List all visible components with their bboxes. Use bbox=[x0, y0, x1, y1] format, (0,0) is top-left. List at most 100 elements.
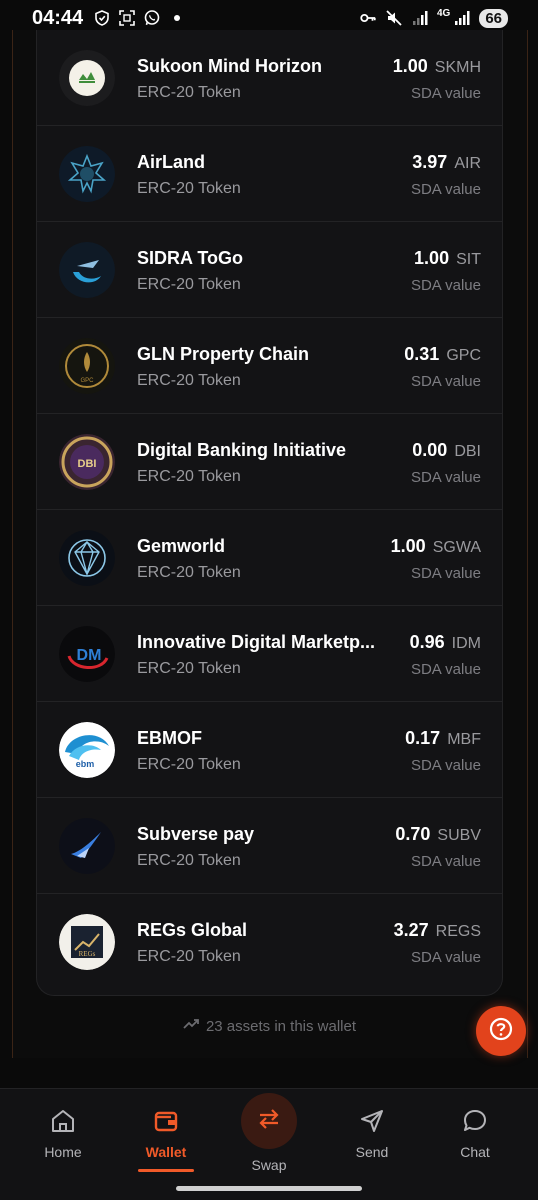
token-symbol: AIR bbox=[454, 155, 481, 172]
battery-level: 66 bbox=[479, 8, 508, 28]
token-name: REGs Global bbox=[137, 920, 248, 940]
gpc-logo-icon: GPC bbox=[59, 338, 115, 394]
token-amount: 1.00 bbox=[414, 248, 450, 268]
token-row-regs[interactable]: REGs REGs Global ERC-20 Token 3.27 REGS … bbox=[37, 894, 502, 990]
token-name: Sukoon Mind Horizon bbox=[137, 56, 322, 76]
key-icon bbox=[359, 9, 377, 27]
token-sda-label: SDA value bbox=[410, 85, 481, 102]
token-value: 0.96 IDM bbox=[410, 632, 481, 653]
token-symbol: MBF bbox=[447, 731, 481, 748]
token-type: ERC-20 Token bbox=[137, 372, 241, 389]
status-time: 04:44 bbox=[32, 6, 84, 29]
whatsapp-icon bbox=[143, 9, 161, 27]
token-sda-label: SDA value bbox=[410, 469, 481, 486]
token-sda-label: SDA value bbox=[410, 661, 481, 678]
token-list: Sukoon Mind Horizon ERC-20 Token 1.00 SK… bbox=[36, 30, 503, 996]
token-symbol: SGWA bbox=[432, 539, 481, 556]
token-symbol: REGS bbox=[435, 923, 481, 940]
token-row-subv[interactable]: Subverse pay ERC-20 Token 0.70 SUBV SDA … bbox=[37, 798, 502, 894]
token-amount: 0.70 bbox=[395, 824, 431, 844]
nav-home[interactable]: Home bbox=[13, 1089, 113, 1179]
dot-icon bbox=[168, 9, 186, 27]
swap-icon bbox=[255, 1105, 283, 1138]
token-row-idm[interactable]: DM Innovative Digital Marketp... ERC-20 … bbox=[37, 606, 502, 702]
token-value: 0.00 DBI bbox=[412, 440, 481, 461]
nav-swap[interactable] bbox=[241, 1093, 297, 1149]
token-amount: 1.00 bbox=[390, 536, 426, 556]
mute-icon bbox=[385, 9, 403, 27]
token-row-mbf[interactable]: ebm EBMOF ERC-20 Token 0.17 MBF SDA valu… bbox=[37, 702, 502, 798]
gpc-logo-text: GPC bbox=[80, 378, 94, 384]
token-name: SIDRA ToGo bbox=[137, 248, 243, 268]
screenshot-icon bbox=[118, 9, 136, 27]
nav-wallet-label: Wallet bbox=[145, 1144, 187, 1160]
home-indicator[interactable] bbox=[176, 1186, 362, 1191]
token-symbol: SIT bbox=[456, 251, 481, 268]
ebmof-logo-icon: ebm bbox=[59, 722, 115, 778]
token-type: ERC-20 Token bbox=[137, 180, 241, 197]
token-value: 1.00 SGWA bbox=[391, 536, 481, 557]
idm-logo-text: DM bbox=[77, 647, 102, 664]
gemworld-logo-icon bbox=[59, 530, 115, 586]
active-tab-indicator bbox=[138, 1169, 194, 1172]
token-symbol: GPC bbox=[446, 347, 481, 364]
nav-home-label: Home bbox=[44, 1144, 82, 1160]
token-row-dbi[interactable]: DBI Digital Banking Initiative ERC-20 To… bbox=[37, 414, 502, 510]
token-name: Subverse pay bbox=[137, 824, 255, 844]
token-value: 1.00 SKMH bbox=[393, 56, 481, 77]
nav-swap-label: Swap bbox=[251, 1157, 287, 1173]
token-sda-label: SDA value bbox=[410, 277, 481, 294]
token-name: EBMOF bbox=[137, 728, 202, 748]
chat-icon bbox=[461, 1107, 489, 1135]
token-amount: 3.97 bbox=[412, 152, 448, 172]
token-row-sit[interactable]: SIDRA ToGo ERC-20 Token 1.00 SIT SDA val… bbox=[37, 222, 502, 318]
question-icon bbox=[488, 1016, 514, 1047]
token-name: Gemworld bbox=[137, 536, 226, 556]
token-type: ERC-20 Token bbox=[137, 756, 241, 773]
token-value: 0.31 GPC bbox=[404, 344, 481, 365]
token-symbol: IDM bbox=[451, 635, 481, 652]
token-name: Innovative Digital Marketp... bbox=[137, 632, 376, 652]
token-type: ERC-20 Token bbox=[137, 468, 241, 485]
token-name: AirLand bbox=[137, 152, 206, 172]
token-type: ERC-20 Token bbox=[137, 564, 241, 581]
dbi-logo-icon: DBI bbox=[59, 434, 115, 490]
regs-logo-icon: REGs bbox=[59, 914, 115, 970]
subverse-logo-icon bbox=[59, 818, 115, 874]
sukoon-logo-icon bbox=[59, 50, 115, 106]
token-amount: 3.27 bbox=[393, 920, 429, 940]
token-row-skmh[interactable]: Sukoon Mind Horizon ERC-20 Token 1.00 SK… bbox=[37, 30, 502, 126]
token-row-air[interactable]: AirLand ERC-20 Token 3.97 AIR SDA value bbox=[37, 126, 502, 222]
dbi-logo-text: DBI bbox=[78, 458, 97, 470]
shield-icon bbox=[93, 9, 111, 27]
home-icon bbox=[49, 1107, 77, 1135]
regs-logo-text: REGs bbox=[79, 950, 96, 958]
token-row-sgwa[interactable]: Gemworld ERC-20 Token 1.00 SGWA SDA valu… bbox=[37, 510, 502, 606]
network-type: 4G bbox=[436, 7, 451, 19]
nav-wallet[interactable]: Wallet bbox=[116, 1089, 216, 1179]
ebmof-logo-text: ebm bbox=[76, 759, 95, 769]
token-amount: 0.96 bbox=[409, 632, 445, 652]
token-amount: 0.00 bbox=[412, 440, 448, 460]
airland-logo-icon bbox=[59, 146, 115, 202]
token-value: 1.00 SIT bbox=[414, 248, 481, 269]
nav-send[interactable]: Send bbox=[322, 1089, 422, 1179]
trend-up-icon bbox=[182, 1015, 200, 1037]
token-amount: 0.31 bbox=[404, 344, 440, 364]
signal-icon bbox=[453, 9, 471, 27]
token-sda-label: SDA value bbox=[410, 373, 481, 390]
token-type: ERC-20 Token bbox=[137, 948, 241, 965]
nav-chat[interactable]: Chat bbox=[425, 1089, 525, 1179]
token-sda-label: SDA value bbox=[410, 757, 481, 774]
idm-logo-icon: DM bbox=[59, 626, 115, 682]
nav-send-label: Send bbox=[355, 1144, 389, 1160]
token-value: 0.17 MBF bbox=[405, 728, 481, 749]
token-row-gpc[interactable]: GPC GLN Property Chain ERC-20 Token 0.31… bbox=[37, 318, 502, 414]
token-symbol: DBI bbox=[454, 443, 481, 460]
token-sda-label: SDA value bbox=[410, 949, 481, 966]
signal-icon bbox=[411, 9, 429, 27]
token-amount: 1.00 bbox=[392, 56, 428, 76]
sidra-togo-logo-icon bbox=[59, 242, 115, 298]
token-amount: 0.17 bbox=[405, 728, 441, 748]
help-button[interactable] bbox=[476, 1006, 526, 1056]
